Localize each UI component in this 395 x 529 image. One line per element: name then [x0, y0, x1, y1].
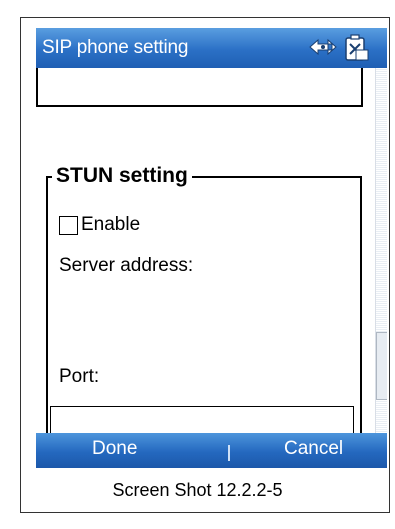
title-bar: SIP phone setting — [36, 28, 387, 68]
text-box[interactable] — [36, 68, 363, 107]
done-softkey[interactable]: Done — [92, 438, 137, 460]
softkey-divider — [228, 445, 230, 461]
cancel-softkey[interactable]: Cancel — [284, 438, 343, 460]
figure-caption: Screen Shot 12.2.2-5 — [112, 480, 283, 500]
enable-label: Enable — [81, 214, 141, 235]
vertical-scrollbar[interactable] — [375, 68, 387, 433]
stun-settings-legend: STUN setting — [52, 163, 192, 189]
server-address-label: Server address: — [59, 255, 194, 276]
settings-content: STUN setting Enable Server address: Port… — [36, 68, 375, 440]
enable-checkbox[interactable] — [59, 215, 78, 235]
window-title: SIP phone setting — [42, 37, 189, 58]
enable-checkbox-row[interactable]: Enable — [59, 214, 140, 236]
battery-status-icon[interactable] — [342, 32, 372, 64]
phone-screen: SIP phone setting STUN setting Enable Se… — [36, 28, 387, 468]
scrollbar-thumb[interactable] — [376, 332, 387, 400]
softkey-bar: Done Cancel — [36, 433, 387, 468]
connectivity-icon[interactable] — [306, 32, 340, 62]
stun-settings-group: STUN setting Enable Server address: Port… — [46, 163, 362, 440]
port-label: Port: — [59, 366, 100, 387]
